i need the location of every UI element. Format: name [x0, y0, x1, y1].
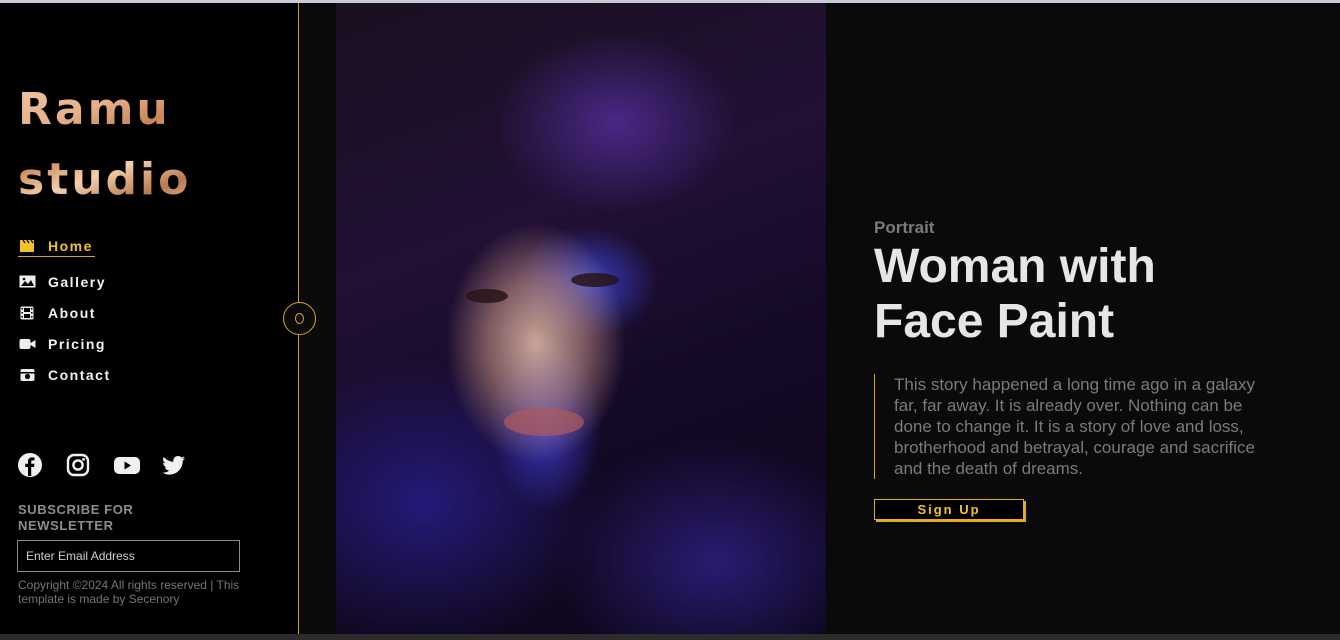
image-icon	[18, 275, 36, 289]
nav-label-home: Home	[48, 237, 93, 254]
nav-item-home[interactable]: Home	[18, 235, 95, 257]
nav-item-contact[interactable]: Contact	[18, 359, 111, 390]
hero-title: Woman with Face Paint	[874, 240, 1156, 348]
nav-item-gallery[interactable]: Gallery	[18, 266, 111, 297]
circle-icon	[295, 313, 304, 324]
hero-category: Portrait	[874, 218, 935, 237]
film-icon	[18, 306, 36, 320]
brand-line-1: Ramu	[18, 84, 171, 135]
nav-item-pricing[interactable]: Pricing	[18, 328, 111, 359]
photo-detail	[571, 273, 619, 287]
brand-logo[interactable]: Ramu studio	[18, 75, 278, 215]
sign-up-button[interactable]: Sign Up	[874, 499, 1024, 520]
instagram-icon[interactable]	[65, 452, 113, 478]
newsletter-title: SUBSCRIBE FOR NEWSLETTER	[18, 502, 134, 533]
video-camera-icon	[18, 337, 36, 351]
main-nav: Home Gallery About Pricing Contact	[18, 235, 111, 390]
sidebar: Ramu studio Home Gallery About Pricing C…	[0, 3, 299, 634]
hero-description: This story happened a long time ago in a…	[894, 375, 1256, 478]
nav-label-gallery: Gallery	[48, 273, 106, 290]
hero-photo	[336, 3, 826, 634]
nav-item-about[interactable]: About	[18, 297, 111, 328]
camera-icon	[18, 368, 36, 382]
hero-description-block: This story happened a long time ago in a…	[874, 374, 1269, 479]
brand-line-2: studio	[18, 154, 192, 205]
sidebar-toggle-button[interactable]	[283, 302, 316, 335]
photo-detail	[504, 408, 584, 436]
hero-content: Portrait Woman with Face Paint This stor…	[874, 218, 1274, 520]
nav-label-about: About	[48, 304, 96, 321]
facebook-icon[interactable]	[17, 452, 65, 478]
clapperboard-icon	[18, 239, 36, 253]
nav-label-contact: Contact	[48, 366, 111, 383]
youtube-icon[interactable]	[113, 452, 161, 478]
photo-detail	[466, 289, 508, 303]
nav-label-pricing: Pricing	[48, 335, 106, 352]
email-field[interactable]	[17, 540, 240, 572]
twitter-icon[interactable]	[161, 452, 209, 478]
window-bottom-border	[0, 634, 1340, 640]
copyright-text: Copyright ©2024 All rights reserved | Th…	[18, 578, 240, 606]
social-links	[17, 452, 209, 478]
